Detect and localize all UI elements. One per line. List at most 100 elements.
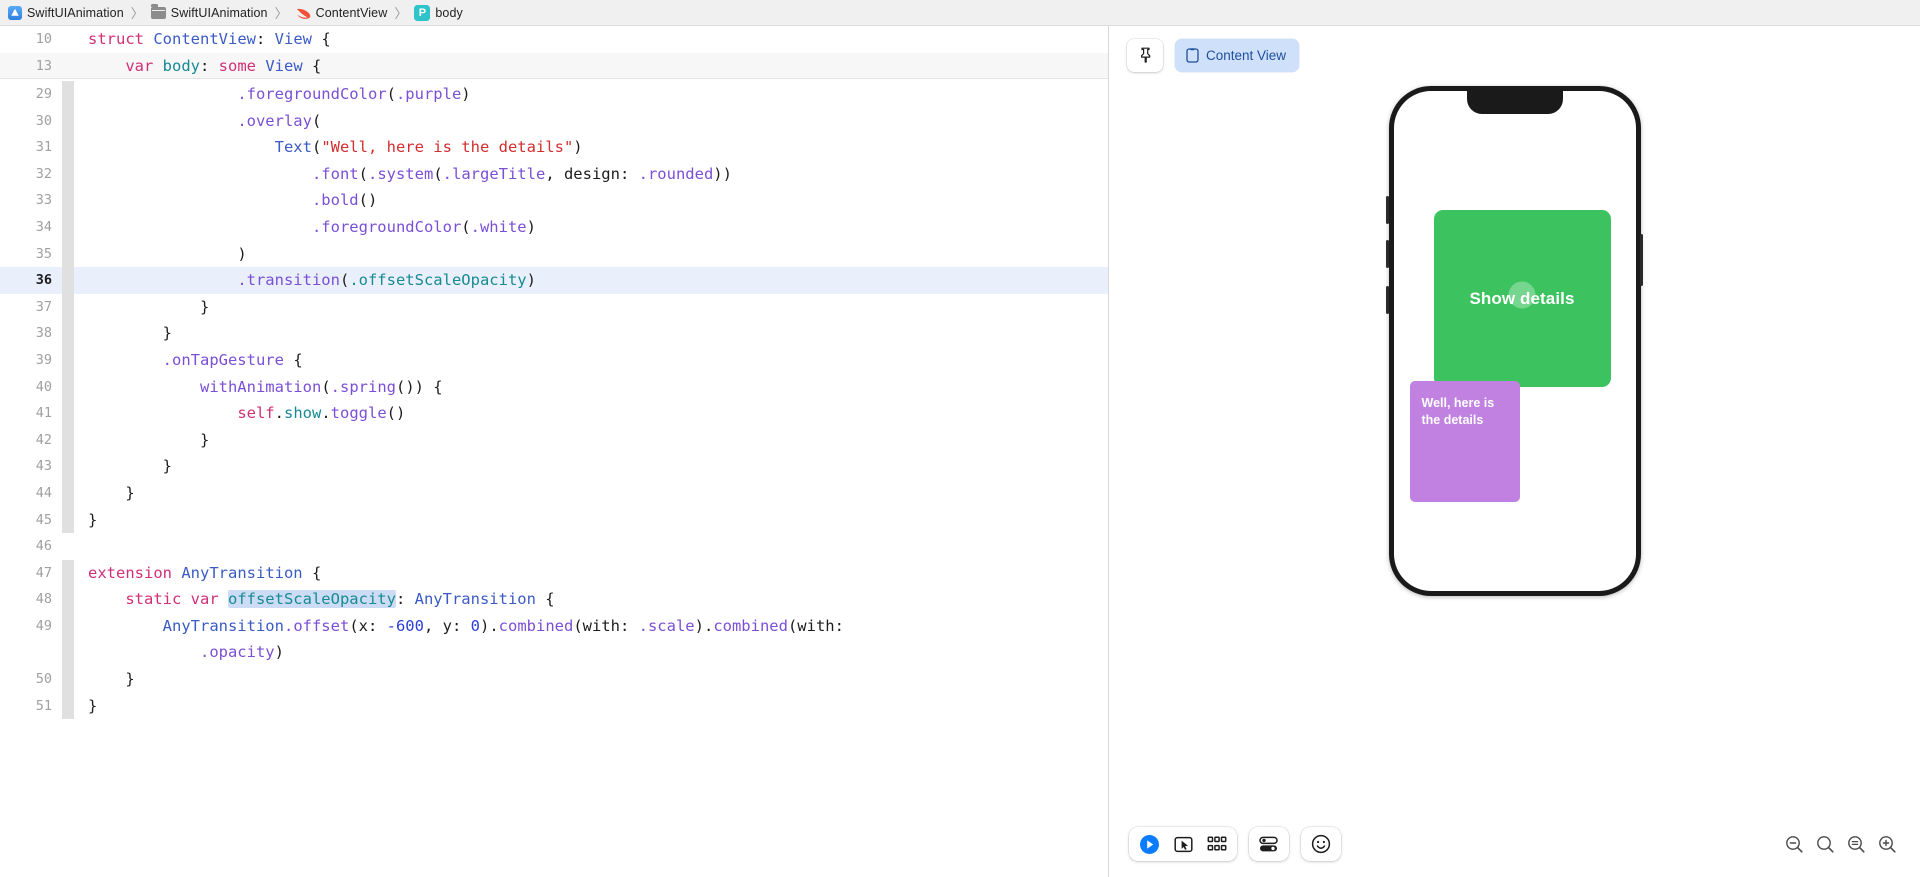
breadcrumb-item-group[interactable]: SwiftUIAnimation [151,6,268,20]
show-details-card[interactable]: Show details [1434,210,1611,387]
code-fold-ribbon[interactable] [62,108,74,135]
breadcrumb-label: SwiftUIAnimation [171,6,268,20]
code-line[interactable]: 40 withAnimation(.spring()) { [0,374,1108,401]
code-line[interactable]: 30 .overlay( [0,108,1108,135]
code-line[interactable]: 34 .foregroundColor(.white) [0,214,1108,241]
breadcrumb-separator: 〉 [394,3,407,22]
code-fold-ribbon[interactable] [62,453,74,480]
code-line[interactable]: 41 self.show.toggle() [0,400,1108,427]
accessibility-button[interactable] [1305,830,1337,858]
code-line[interactable]: 49 AnyTransition.offset(x: -600, y: 0).c… [0,613,1108,666]
zoom-in-button[interactable] [1874,831,1900,857]
code-line[interactable]: 50 } [0,666,1108,693]
code-token: withAnimation [200,378,321,396]
zoom-out-button[interactable] [1781,831,1807,857]
code-line[interactable]: 47extension AnyTransition { [0,560,1108,587]
device-settings-button[interactable] [1253,830,1285,858]
code-token: ( [321,378,330,396]
code-token: ) [527,218,536,236]
code-fold-ribbon[interactable] [62,214,74,241]
source-editor[interactable]: 10struct ContentView: View {13 var body:… [0,26,1109,877]
device-badge[interactable]: Content View [1175,39,1299,72]
variants-button[interactable] [1201,830,1233,858]
code-fold-ribbon[interactable] [62,507,74,534]
code-text: .font(.system(.largeTitle, design: .roun… [74,161,732,188]
code-token: .onTapGesture [163,351,284,369]
code-line[interactable]: 10struct ContentView: View { [0,26,1108,53]
code-line[interactable]: 29 .foregroundColor(.purple) [0,81,1108,108]
code-fold-ribbon[interactable] [62,53,74,79]
code-line[interactable]: 38 } [0,320,1108,347]
code-line[interactable]: 31 Text("Well, here is the details") [0,134,1108,161]
code-fold-ribbon[interactable] [62,533,74,560]
code-line[interactable]: 37 } [0,294,1108,321]
play-button[interactable] [1133,830,1165,858]
code-text: extension AnyTransition { [74,560,321,587]
code-token: { [303,57,322,75]
zoom-100-button[interactable] [1843,831,1869,857]
code-fold-ribbon[interactable] [62,294,74,321]
code-line[interactable]: 46 [0,533,1108,560]
canvas-viewport[interactable]: Show details Well, here is the details [1109,84,1920,811]
code-line[interactable]: 51} [0,693,1108,720]
code-fold-ribbon[interactable] [62,613,74,666]
device-screen[interactable]: Show details Well, here is the details [1394,91,1636,591]
code-line[interactable]: 33 .bold() [0,187,1108,214]
code-fold-ribbon[interactable] [62,586,74,613]
code-token [88,351,163,369]
code-token [88,245,237,263]
line-number: 34 [0,214,62,241]
breadcrumb-separator: 〉 [275,3,288,22]
code-fold-ribbon[interactable] [62,693,74,720]
code-line[interactable]: 42 } [0,427,1108,454]
code-line[interactable]: 35 ) [0,241,1108,268]
code-fold-ribbon[interactable] [62,81,74,108]
code-fold-ribbon[interactable] [62,427,74,454]
code-fold-ribbon[interactable] [62,161,74,188]
code-fold-ribbon[interactable] [62,666,74,693]
code-token: body [163,57,200,75]
code-fold-ribbon[interactable] [62,400,74,427]
code-fold-ribbon[interactable] [62,241,74,268]
breadcrumb-item-file[interactable]: ContentView [295,5,388,21]
code-line[interactable]: 39 .onTapGesture { [0,347,1108,374]
code-token: ( [340,271,349,289]
code-token: View [275,30,312,48]
code-line[interactable]: 48 static var offsetScaleOpacity: AnyTra… [0,586,1108,613]
pin-preview-button[interactable] [1127,39,1163,72]
breadcrumb-item-project[interactable]: SwiftUIAnimation [8,6,124,20]
code-fold-ribbon[interactable] [62,374,74,401]
selectable-button[interactable] [1167,830,1199,858]
code-token: (x: [349,617,386,635]
code-fold-ribbon[interactable] [62,347,74,374]
code-fold-ribbon[interactable] [62,187,74,214]
line-number: 44 [0,480,62,507]
code-text: } [74,480,135,507]
code-token: extension [88,564,181,582]
code-fold-ribbon[interactable] [62,320,74,347]
code-token: (with: [573,617,638,635]
folder-icon [151,7,166,19]
code-line[interactable]: 45} [0,507,1108,534]
details-overlay-text: Well, here is the details [1422,395,1510,429]
code-line[interactable]: 43 } [0,453,1108,480]
breadcrumb-item-symbol[interactable]: P body [414,5,463,21]
code-fold-ribbon[interactable] [62,134,74,161]
code-fold-ribbon[interactable] [62,267,74,294]
zoom-to-fit-button[interactable] [1812,831,1838,857]
code-line[interactable]: 44 } [0,480,1108,507]
code-token: 0 [471,617,480,635]
code-token: () [359,191,378,209]
code-line[interactable]: 32 .font(.system(.largeTitle, design: .r… [0,161,1108,188]
code-line[interactable]: 36 .transition(.offsetScaleOpacity) [0,267,1108,294]
code-fold-ribbon[interactable] [62,26,74,53]
pointer-box-icon [1174,835,1193,854]
code-lines[interactable]: 29 .foregroundColor(.purple)30 .overlay(… [0,81,1108,877]
code-line[interactable]: 13 var body: some View { [0,53,1108,80]
code-fold-ribbon[interactable] [62,560,74,587]
code-token [88,191,312,209]
line-number: 40 [0,374,62,401]
code-fold-ribbon[interactable] [62,480,74,507]
code-token: ( [387,85,396,103]
code-token: } [88,324,172,342]
